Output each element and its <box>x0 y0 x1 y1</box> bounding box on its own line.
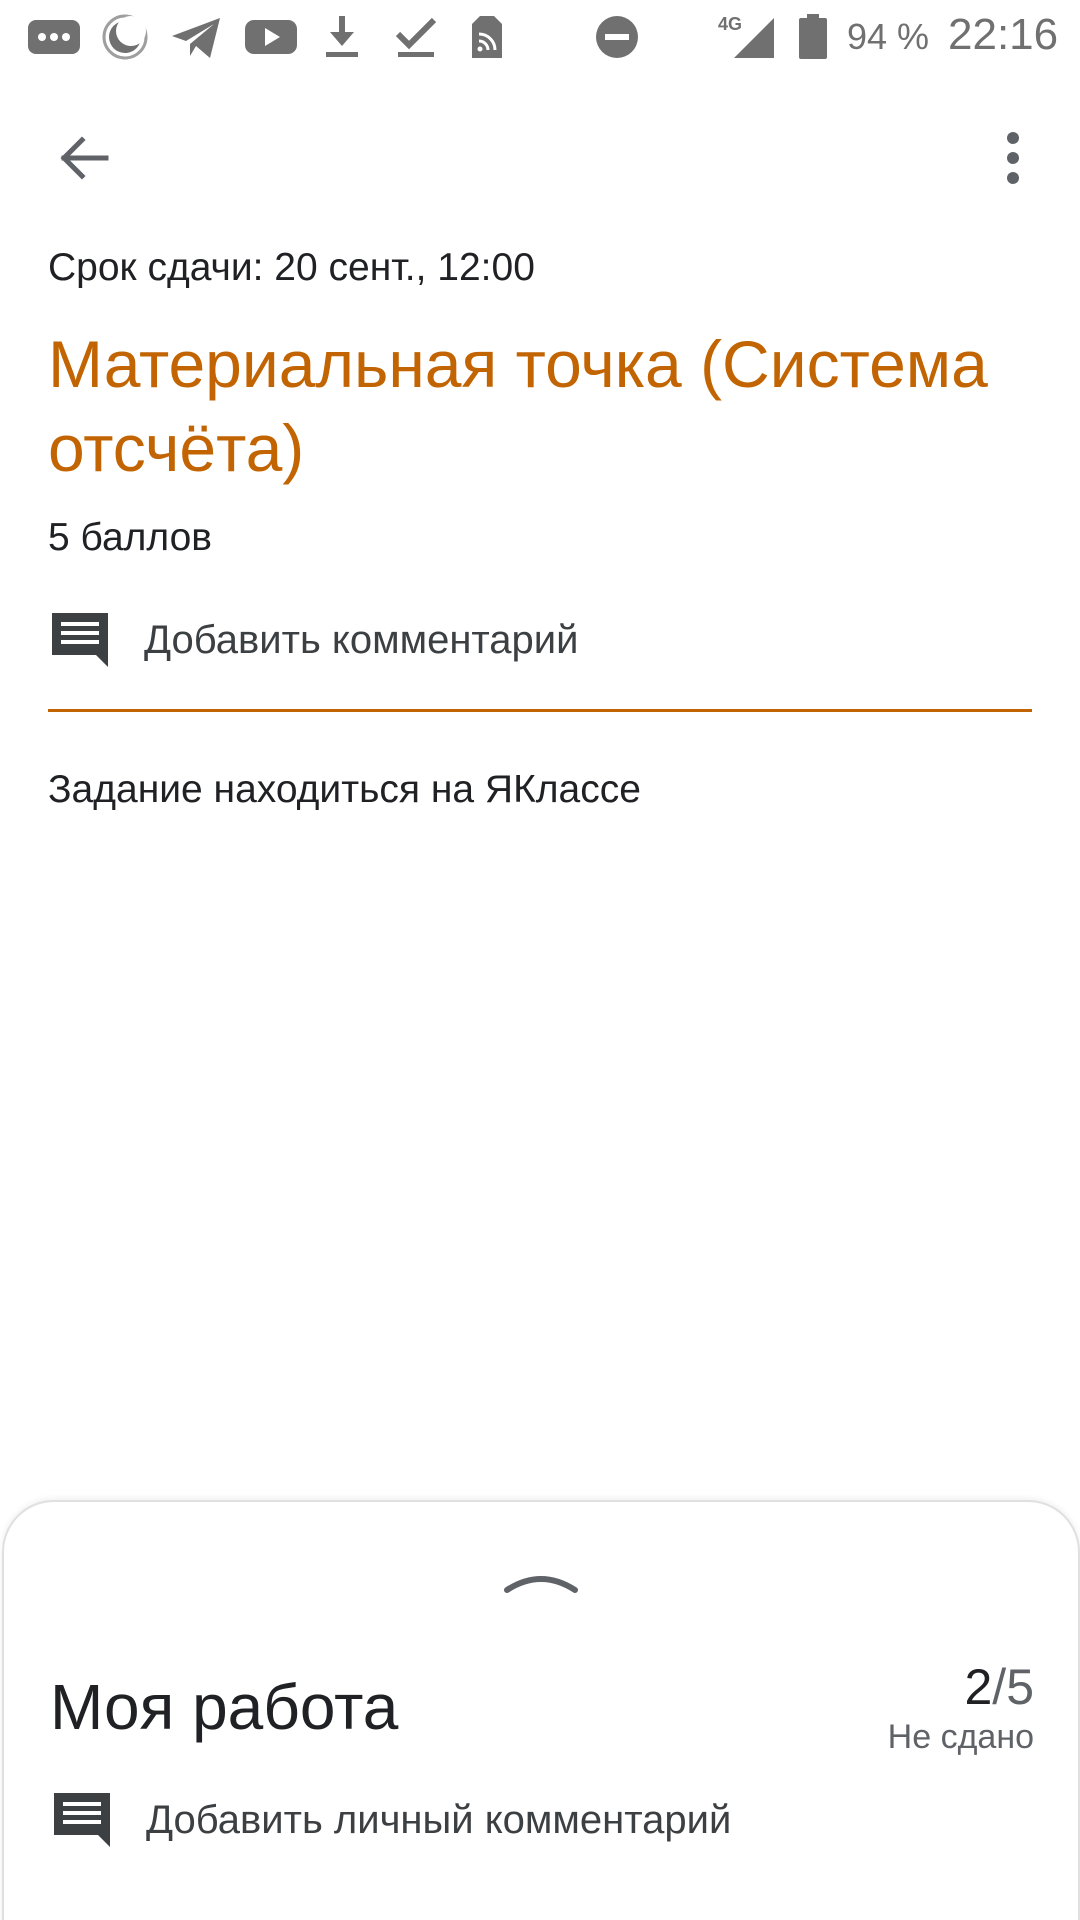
signal-4g-icon: 4G <box>718 14 774 58</box>
chevron-up-icon <box>504 1576 578 1593</box>
do-not-disturb-icon <box>596 16 638 58</box>
svg-text:4G: 4G <box>718 14 742 34</box>
my-work-title: Моя работа <box>50 1671 399 1743</box>
status-bar-time: 22:16 <box>948 10 1059 59</box>
more-vertical-icon <box>1007 132 1019 184</box>
grade: 2/5 <box>964 1658 1034 1716</box>
check-icon <box>395 17 437 57</box>
add-class-comment-button[interactable]: Добавить комментарий <box>48 600 1032 680</box>
more-options-button[interactable] <box>973 118 1053 198</box>
my-work-sheet[interactable]: Моя работа 2/5 Не сдано Добавить личный … <box>2 1500 1080 1920</box>
grade-value: 2 <box>964 1659 993 1715</box>
add-comment-label: Добавить комментарий <box>144 617 579 662</box>
private-comment-icon <box>50 1786 118 1854</box>
add-private-comment-button[interactable]: Добавить личный комментарий <box>50 1780 1034 1860</box>
due-date: Срок сдачи: 20 сент., 12:00 <box>48 246 535 289</box>
back-button[interactable] <box>44 118 124 198</box>
submission-status: Не сдано <box>887 1718 1034 1756</box>
night-mode-icon <box>102 14 148 60</box>
wifi-tag-icon <box>472 16 502 58</box>
add-private-comment-label: Добавить личный комментарий <box>146 1797 732 1842</box>
status-bar: 4G 94 % 22:16 <box>0 0 1080 74</box>
youtube-icon <box>245 20 297 54</box>
battery-icon <box>799 14 827 59</box>
screen: 4G 94 % 22:16 Срок сдачи: 20 сент., 12:0… <box>0 0 1080 1920</box>
assignment-description: Задание находиться на ЯКлассе <box>48 768 641 811</box>
expand-sheet-handle[interactable] <box>501 1562 581 1602</box>
chat-bubble-icon <box>28 20 80 54</box>
grade-separator: / <box>992 1659 1007 1715</box>
assignment-title: Материальная точка (Система отсчёта) <box>48 327 988 485</box>
telegram-icon <box>172 18 220 58</box>
assignment-points: 5 баллов <box>48 516 213 559</box>
battery-percent: 94 % <box>847 16 930 57</box>
download-icon <box>326 16 358 57</box>
grade-max: 5 <box>1006 1659 1034 1715</box>
divider <box>48 709 1032 712</box>
arrow-back-icon <box>60 136 109 180</box>
comment-icon <box>48 606 116 674</box>
